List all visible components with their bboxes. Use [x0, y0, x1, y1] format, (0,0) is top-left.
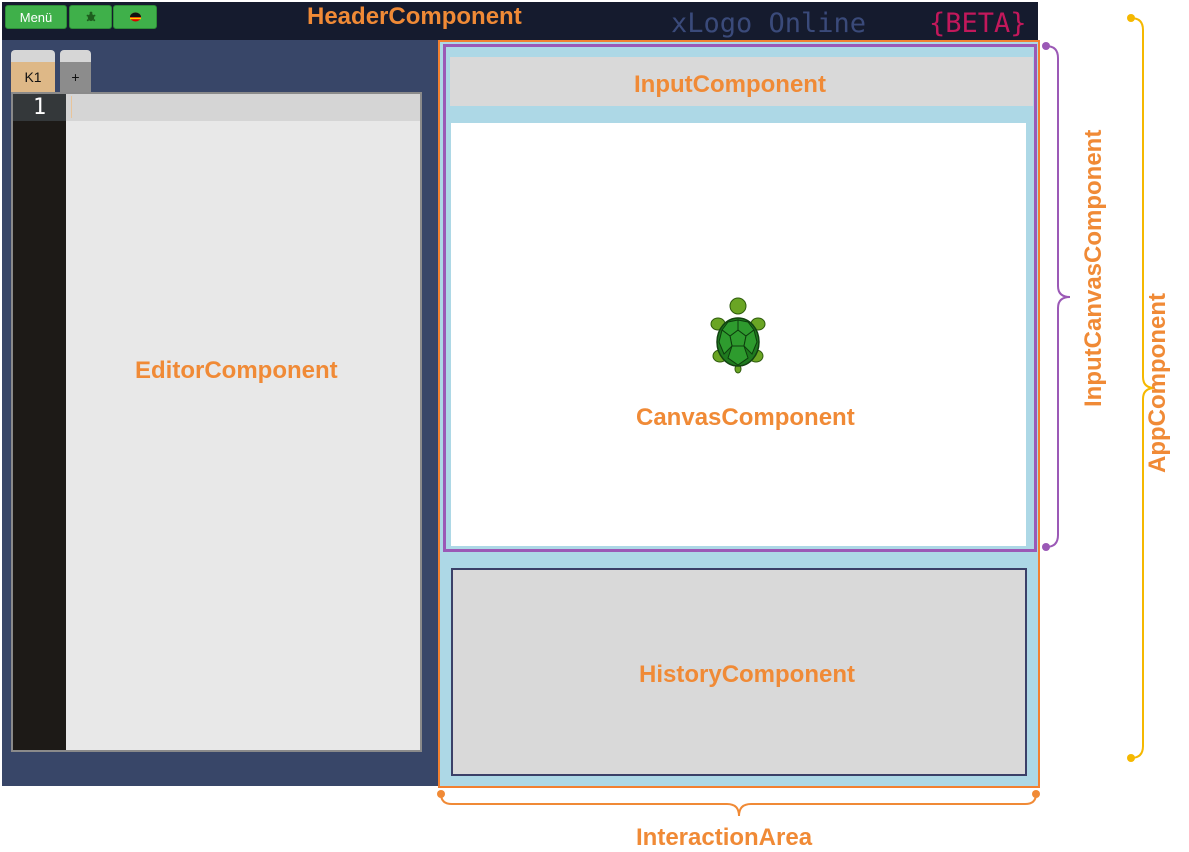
- history-component-label: HistoryComponent: [639, 661, 855, 688]
- interaction-area-bracket: [440, 793, 1037, 817]
- canvas-component-label: CanvasComponent: [636, 404, 855, 431]
- input-canvas-bracket: [1045, 45, 1071, 548]
- input-canvas-component-label: InputCanvasComponent: [1080, 129, 1107, 407]
- editor-component-label: EditorComponent: [135, 357, 338, 384]
- app-component-label: AppComponent: [1144, 293, 1171, 473]
- header-component-label: HeaderComponent: [307, 3, 522, 30]
- annotation-brackets: [437, 14, 1156, 817]
- input-component-label: InputComponent: [634, 71, 826, 98]
